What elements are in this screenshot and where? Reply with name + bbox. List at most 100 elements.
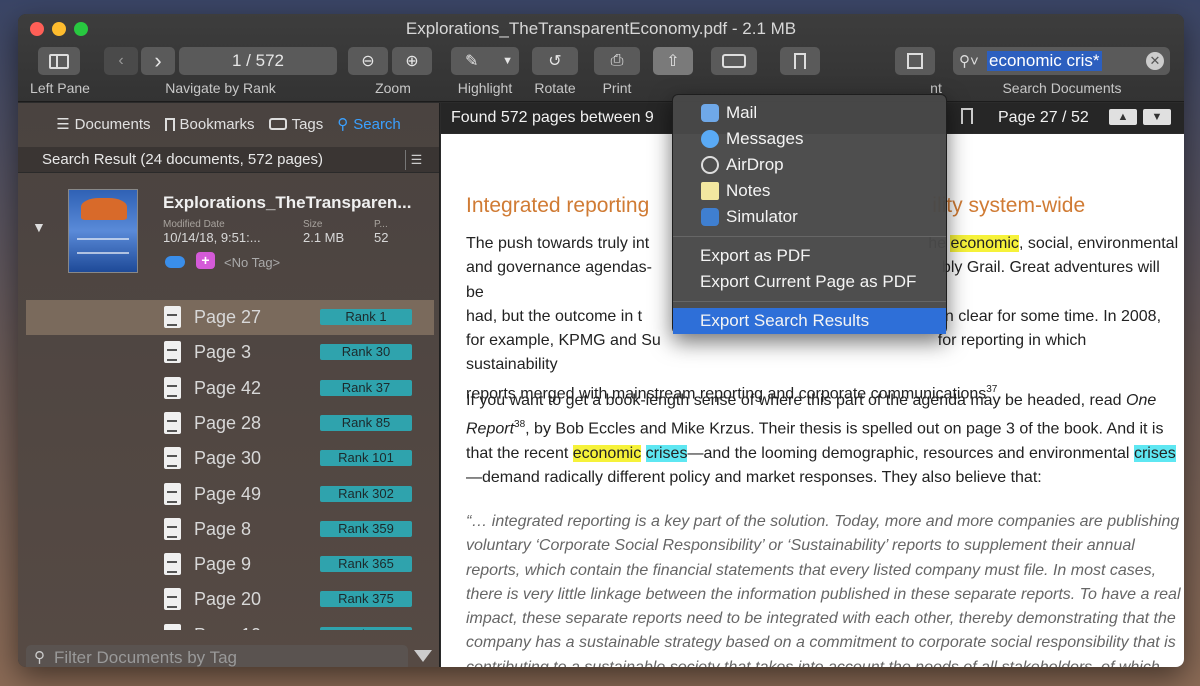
text-run: for example, KPMG and Su <box>466 332 661 350</box>
rotate-icon: ↺ <box>548 53 562 70</box>
filter-icon[interactable] <box>414 650 432 662</box>
chevron-right-icon: › <box>154 48 162 73</box>
text-run: een clear for some time. In 2008, <box>927 307 1162 325</box>
previous-button[interactable]: ‹ <box>104 47 138 75</box>
page-label: Page 49 <box>194 483 262 504</box>
menu-item-label: Notes <box>726 181 771 200</box>
tag-icon <box>722 54 746 68</box>
tag-button[interactable] <box>711 47 757 75</box>
filter-by-tag-input[interactable]: ⚲ Filter Documents by Tag <box>26 645 408 667</box>
search-documents-field[interactable]: ⚲˅ economic cris* ✕ <box>953 47 1170 75</box>
zoom-out-icon: ⊖ <box>361 53 375 70</box>
menu-item-airdrop[interactable]: AirDrop <box>673 152 946 178</box>
page-icon <box>164 376 181 399</box>
rotate-button[interactable]: ↺ <box>532 47 578 75</box>
zoom-in-icon: ⊕ <box>405 53 419 70</box>
share-menu: Mail Messages AirDrop Notes Simulator Ex… <box>672 94 947 334</box>
left-pane-button[interactable] <box>38 47 80 75</box>
size-label: Size <box>303 219 323 230</box>
highlight-button[interactable]: ✎ ▼ <box>451 47 519 75</box>
page-label: Page 9 <box>194 554 252 575</box>
presentation-button[interactable] <box>895 47 935 75</box>
previous-match-button[interactable]: ▲ <box>1109 109 1137 125</box>
menu-item-export-search-results[interactable]: Export Search Results <box>673 308 946 334</box>
menu-item-export-pdf[interactable]: Export as PDF <box>673 243 946 269</box>
next-match-button[interactable]: ▼ <box>1143 109 1171 125</box>
bookmark-icon[interactable] <box>961 108 973 124</box>
square-icon <box>907 53 923 69</box>
page-result-row[interactable]: Page 9 Rank 365 <box>26 547 434 582</box>
rank-badge: Rank 101 <box>320 450 412 467</box>
search-hit: economic <box>950 235 1019 252</box>
page-result-row[interactable]: Page 10 Rank 379 <box>26 618 434 630</box>
tab-label: Tags <box>291 115 324 133</box>
menu-item-simulator[interactable]: Simulator <box>673 204 946 230</box>
zoom-in-button[interactable]: ⊕ <box>392 47 432 75</box>
text-run: had, but the outcome in t <box>466 307 643 325</box>
notes-icon <box>701 182 719 200</box>
add-tag-icon[interactable]: + <box>196 252 215 269</box>
document-entry[interactable]: ▼ Explorations_TheTransparen... Modified… <box>18 179 439 289</box>
modified-date-value: 10/14/18, 9:51:... <box>163 230 261 245</box>
page-result-row[interactable]: Page 42 Rank 37 <box>26 371 434 406</box>
airdrop-icon <box>701 156 719 174</box>
menu-separator <box>673 236 946 237</box>
page-label: Page 10 <box>194 625 261 630</box>
clear-search-icon[interactable]: ✕ <box>1146 52 1164 70</box>
page-result-row[interactable]: Page 8 Rank 359 <box>26 512 434 547</box>
menu-item-label: Mail <box>726 103 758 122</box>
page-result-row[interactable]: Page 49 Rank 302 <box>26 477 434 512</box>
search-hit: economic <box>572 444 642 462</box>
simulator-icon <box>701 208 719 226</box>
page-result-row[interactable]: Page 20 Rank 375 <box>26 582 434 617</box>
left-pane-label: Left Pane <box>30 80 90 96</box>
rank-badge: Rank 30 <box>320 344 412 361</box>
search-query-text[interactable]: economic cris* <box>987 51 1102 71</box>
tag-icon <box>268 118 287 130</box>
menu-item-messages[interactable]: Messages <box>673 126 946 152</box>
zoom-out-button[interactable]: ⊖ <box>348 47 388 75</box>
navigate-label: Navigate by Rank <box>165 80 276 96</box>
disclosure-triangle-icon[interactable]: ▼ <box>32 219 46 235</box>
menu-item-notes[interactable]: Notes <box>673 178 946 204</box>
share-icon: ⇧ <box>666 53 680 70</box>
toolbar: Explorations_TheTransparentEconomy.pdf -… <box>18 14 1184 102</box>
chevron-down-icon: ▼ <box>502 55 513 67</box>
page-result-row[interactable]: Page 27 Rank 1 <box>26 300 434 335</box>
sort-options-icon[interactable]: ☰ <box>405 150 427 170</box>
page-indicator: Page 27 / 52 <box>998 109 1089 126</box>
bookmark-button[interactable] <box>780 47 820 75</box>
tab-tags[interactable]: Tags <box>268 115 324 133</box>
page-result-row[interactable]: Page 30 Rank 101 <box>26 441 434 476</box>
page-result-row[interactable]: Page 3 Rank 30 <box>26 335 434 370</box>
paragraph-2: If you want to get a book-length sense o… <box>466 389 1181 491</box>
page-label: Page 20 <box>194 589 262 610</box>
rank-badge: Rank 379 <box>320 626 412 630</box>
menu-item-mail[interactable]: Mail <box>673 100 946 126</box>
found-pages-text: Found 572 pages between 9 <box>451 109 654 126</box>
page-label: Page 28 <box>194 412 262 433</box>
text-run: —demand radically different policy and m… <box>466 469 1042 487</box>
heading-right: ility system-wide <box>932 194 1086 217</box>
page-label: Page 42 <box>194 377 262 398</box>
menu-item-export-current-page[interactable]: Export Current Page as PDF <box>673 269 946 295</box>
rotate-label: Rotate <box>534 80 576 96</box>
menu-item-label: AirDrop <box>726 155 784 174</box>
modified-date-label: Modified Date <box>163 219 225 230</box>
page-icon <box>164 623 181 630</box>
rank-badge: Rank 1 <box>320 309 412 325</box>
page-counter[interactable]: 1 / 572 <box>179 47 337 75</box>
share-button[interactable]: ⇧ <box>653 47 693 75</box>
highlight-label: Highlight <box>457 80 513 96</box>
page-icon <box>164 447 181 470</box>
tab-documents[interactable]: ☰ Documents <box>56 115 150 134</box>
tab-bookmarks[interactable]: Bookmarks <box>164 116 255 133</box>
filter-placeholder: Filter Documents by Tag <box>54 648 237 667</box>
print-button[interactable]: ⎙ <box>594 47 640 75</box>
tag-text: <No Tag> <box>224 255 281 270</box>
tab-search[interactable]: ⚲ Search <box>337 115 401 134</box>
next-button[interactable]: › <box>141 47 175 75</box>
page-result-row[interactable]: Page 28 Rank 85 <box>26 406 434 441</box>
pages-value: 52 <box>374 230 389 245</box>
page-icon <box>164 482 181 505</box>
